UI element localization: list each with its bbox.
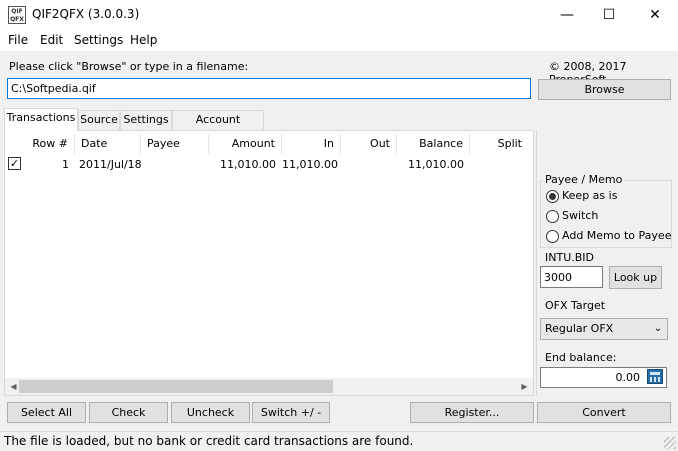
tab-settings[interactable]: Settings	[120, 110, 172, 130]
col-header-out[interactable]: Out	[341, 134, 397, 154]
select-all-button[interactable]: Select All	[7, 402, 86, 423]
lookup-button[interactable]: Look up	[609, 266, 662, 289]
radio-switch[interactable]	[546, 210, 559, 223]
row-checkbox[interactable]: ✓	[8, 157, 21, 170]
app-icon: QIF QFX	[8, 6, 26, 24]
ofx-target-title: OFX Target	[543, 299, 608, 312]
radio-label-switch: Switch	[562, 209, 599, 222]
menu-settings[interactable]: Settings	[74, 33, 123, 47]
col-header-row[interactable]: Row #	[5, 134, 75, 154]
radio-keep-as-is[interactable]	[546, 190, 559, 203]
radio-selected-dot	[549, 193, 556, 200]
col-header-payee[interactable]: Payee	[141, 134, 209, 154]
file-prompt-label: Please click "Browse" or type in a filen…	[9, 60, 249, 73]
cell-row-number: 1	[62, 158, 69, 171]
tab-source[interactable]: Source	[78, 110, 120, 130]
check-button[interactable]: Check	[89, 402, 168, 423]
browse-button[interactable]: Browse	[538, 79, 671, 100]
menu-file[interactable]: File	[8, 33, 28, 47]
intu-bid-input[interactable]	[540, 266, 603, 288]
radio-label-keep: Keep as is	[562, 189, 618, 202]
payee-memo-title: Payee / Memo	[543, 173, 625, 186]
menu-help[interactable]: Help	[130, 33, 157, 47]
scroll-left-icon[interactable]: ◀	[5, 378, 22, 395]
col-header-split[interactable]: Split	[470, 134, 528, 154]
status-message: The file is loaded, but no bank or credi…	[4, 434, 414, 448]
convert-button[interactable]: Convert	[537, 402, 671, 423]
maximize-button[interactable]: ☐	[586, 0, 632, 30]
calculator-icon[interactable]	[647, 369, 663, 384]
chevron-down-icon[interactable]: ⌄	[651, 318, 665, 340]
col-header-date[interactable]: Date	[75, 134, 141, 154]
col-header-in[interactable]: In	[282, 134, 341, 154]
radio-add-memo[interactable]	[546, 230, 559, 243]
radio-label-add-memo: Add Memo to Payee	[562, 229, 672, 242]
cell-amount: 11,010.00	[220, 158, 276, 171]
menu-edit[interactable]: Edit	[40, 33, 63, 47]
cell-balance: 11,010.00	[408, 158, 464, 171]
scroll-right-icon[interactable]: ▶	[516, 378, 533, 395]
resize-grip-icon[interactable]	[664, 437, 676, 449]
uncheck-button[interactable]: Uncheck	[171, 402, 250, 423]
tab-transactions[interactable]: Transactions	[4, 108, 78, 131]
col-header-balance[interactable]: Balance	[397, 134, 470, 154]
cell-out	[341, 156, 397, 173]
tab-account-mapping[interactable]: Account Mapping	[172, 110, 264, 144]
cell-split	[470, 156, 528, 173]
ofx-target-select[interactable]: Regular OFX	[540, 318, 668, 340]
col-header-amount[interactable]: Amount	[209, 134, 282, 154]
cell-date: 2011/Jul/18	[79, 158, 142, 171]
register-button[interactable]: Register...	[410, 402, 534, 423]
minimize-button[interactable]: —	[544, 0, 590, 30]
cell-in: 11,010.00	[282, 158, 338, 171]
switch-sign-button[interactable]: Switch +/ -	[252, 402, 330, 423]
cell-payee	[141, 156, 209, 173]
end-balance-title: End balance:	[543, 351, 619, 364]
close-button[interactable]: ✕	[632, 0, 678, 30]
scrollbar-thumb[interactable]	[19, 380, 333, 393]
filename-input[interactable]	[7, 78, 531, 99]
window-title: QIF2QFX (3.0.0.3)	[32, 7, 140, 21]
intu-bid-title: INTU.BID	[543, 251, 597, 264]
